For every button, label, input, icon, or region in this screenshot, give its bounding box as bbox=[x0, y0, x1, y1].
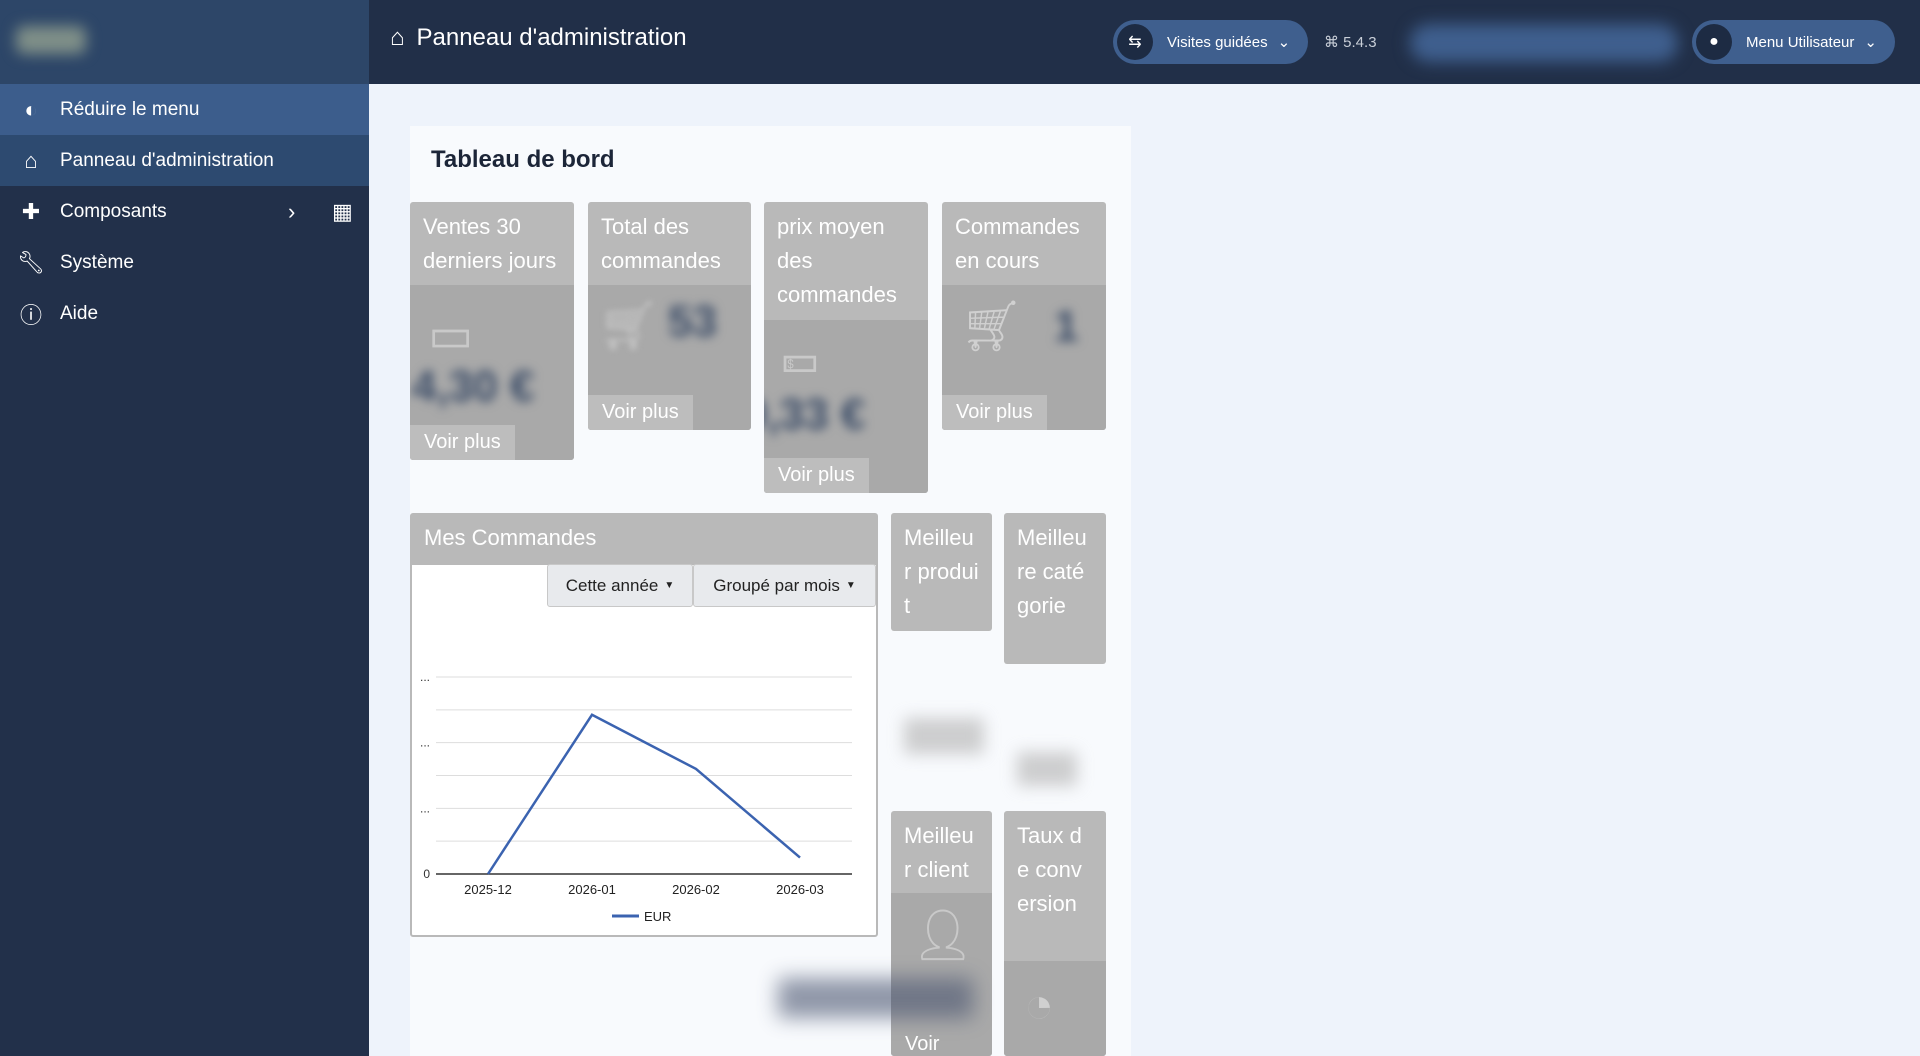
card-title: Meilleur produit bbox=[904, 525, 979, 618]
sidebar-item-label: Panneau d'administration bbox=[60, 149, 274, 171]
sidebar-item-label: Composants bbox=[60, 200, 167, 222]
stat-card-total-orders: Total des commandes 🛒︎ 53 Voir plus bbox=[588, 202, 751, 430]
stat-value: 1 bbox=[1054, 302, 1079, 351]
chevron-right-icon[interactable]: › bbox=[288, 199, 295, 225]
stat-title: Commandes en cours bbox=[955, 214, 1080, 273]
gauge-icon: ◔ bbox=[1024, 977, 1055, 1033]
stat-title: Ventes 30 derniers jours bbox=[423, 214, 557, 273]
home-icon: ⌂ bbox=[390, 24, 405, 51]
best-category-card: Meilleure catégorie bbox=[1004, 513, 1106, 664]
stat-card-average-price: prix moyen des commandes 💵︎ 109,33 € Voi… bbox=[764, 202, 928, 493]
see-client-link[interactable]: Voir bbox=[905, 1033, 939, 1056]
home-icon: ⌂ bbox=[24, 147, 38, 173]
user-menu-button[interactable]: ● Menu Utilisateur ⌄ bbox=[1692, 20, 1895, 64]
redacted-best-client bbox=[778, 978, 973, 1018]
stat-value: 53 bbox=[668, 297, 717, 346]
stat-title: prix moyen des commandes bbox=[777, 214, 897, 307]
x-tick-label: 2026-01 bbox=[568, 882, 616, 897]
stat-card-sales: Ventes 30 derniers jours ▭ 4,30 € Voir p… bbox=[410, 202, 574, 460]
cart-icon: 🛒︎ bbox=[598, 300, 659, 353]
best-product-card: Meilleur produit bbox=[891, 513, 992, 631]
period-label: Cette année bbox=[565, 575, 659, 595]
y-tick-label: ... bbox=[420, 801, 430, 815]
user-menu-label: Menu Utilisateur bbox=[1746, 33, 1855, 51]
version-number: 5.4.3 bbox=[1343, 34, 1377, 51]
x-tick-label: 2025-12 bbox=[464, 882, 512, 897]
y-tick-label: ... bbox=[420, 736, 430, 750]
dashboard-title: Tableau de bord bbox=[431, 146, 615, 173]
y-tick-label: ... bbox=[420, 670, 430, 684]
chevron-down-icon: ⌄ bbox=[1864, 34, 1877, 51]
stat-value: 109,33 € bbox=[764, 390, 866, 439]
logo-image bbox=[16, 26, 86, 54]
stat-title: Total des commandes bbox=[601, 214, 721, 273]
guided-tours-button[interactable]: ⇆ Visites guidées ⌄ bbox=[1113, 20, 1308, 64]
logo[interactable] bbox=[0, 0, 369, 84]
wrench-icon: 🔧︎ bbox=[17, 249, 45, 275]
legend-label: EUR bbox=[644, 909, 671, 924]
orders-chart-title: Mes Commandes bbox=[412, 515, 876, 565]
x-tick-label: 2026-02 bbox=[672, 882, 720, 897]
caret-down-icon: ▼ bbox=[845, 580, 856, 591]
page-title: ⌂ Panneau d'administration bbox=[390, 24, 687, 52]
series-line-EUR bbox=[486, 713, 801, 875]
redacted-best-product bbox=[904, 718, 984, 754]
caret-down-icon: ▼ bbox=[664, 580, 675, 591]
grouping-dropdown[interactable]: Groupé par mois ▼ bbox=[693, 564, 876, 607]
x-tick-label: 2026-03 bbox=[776, 882, 824, 897]
sidebar-item-components[interactable]: ✚ Composants › ▦ bbox=[0, 186, 369, 237]
stat-card-pending-orders: Commandes en cours 🛒︎ 1 Voir plus bbox=[942, 202, 1106, 430]
card-body bbox=[1004, 961, 1106, 1056]
see-more-link[interactable]: Voir plus bbox=[588, 395, 693, 430]
version-label: ⌘ 5.4.3 bbox=[1324, 34, 1377, 51]
sidebar-item-help[interactable]: ⓘ Aide bbox=[0, 288, 369, 339]
redacted-site-link[interactable] bbox=[1410, 24, 1678, 62]
sidebar-item-label: Système bbox=[60, 251, 134, 273]
orders-line-chart: 0......... 2025-12 2026-01 2026-02 2026-03 EU… bbox=[420, 670, 852, 924]
grouping-label: Groupé par mois bbox=[713, 575, 840, 595]
dashboard-grid-icon[interactable]: ▦ bbox=[332, 199, 353, 225]
cart-icon: 🛒︎ bbox=[960, 298, 1024, 354]
best-client-card: Meilleur client 👤︎ Voir bbox=[891, 811, 992, 1056]
sidebar-item-system[interactable]: 🔧︎ Système bbox=[0, 237, 369, 288]
toggle-icon: ◐ bbox=[24, 96, 38, 122]
money-bill-icon: 💵︎ bbox=[782, 337, 818, 381]
stat-value: 4,30 € bbox=[412, 362, 535, 411]
card-title: Meilleur client bbox=[904, 823, 974, 882]
user-icon: ● bbox=[1696, 24, 1732, 60]
sidebar-item-label: Réduire le menu bbox=[60, 98, 200, 120]
user-icon: 👤︎ bbox=[911, 907, 975, 963]
puzzle-icon: ✚ bbox=[21, 198, 41, 224]
chevron-down-icon: ⌄ bbox=[1277, 34, 1291, 51]
see-more-link[interactable]: Voir plus bbox=[942, 395, 1047, 430]
guided-tours-label: Visites guidées bbox=[1167, 33, 1268, 51]
sidebar-item-collapse[interactable]: ◐ Réduire le menu bbox=[0, 84, 369, 135]
redacted-best-category bbox=[1017, 752, 1077, 786]
signpost-icon: ⇆ bbox=[1117, 24, 1153, 60]
sidebar-item-label: Aide bbox=[60, 302, 99, 324]
see-more-link[interactable]: Voir plus bbox=[410, 425, 515, 460]
card-title: Meilleure catégorie bbox=[1017, 525, 1087, 618]
page-title-text: Panneau d'administration bbox=[416, 24, 687, 51]
y-tick-label: 0 bbox=[423, 867, 430, 881]
card-title: Taux de conversion bbox=[1017, 823, 1082, 916]
see-more-link[interactable]: Voir plus bbox=[764, 458, 869, 493]
info-icon: ⓘ bbox=[19, 302, 42, 328]
period-dropdown[interactable]: Cette année ▼ bbox=[547, 564, 693, 607]
credit-card-icon: ▭ bbox=[428, 309, 474, 362]
sidebar-item-admin[interactable]: ⌂ Panneau d'administration bbox=[0, 135, 369, 186]
conversion-rate-card: Taux de conversion ◔ bbox=[1004, 811, 1106, 1056]
sidebar: ◐ Réduire le menu ⌂ Panneau d'administrati… bbox=[0, 0, 369, 1056]
